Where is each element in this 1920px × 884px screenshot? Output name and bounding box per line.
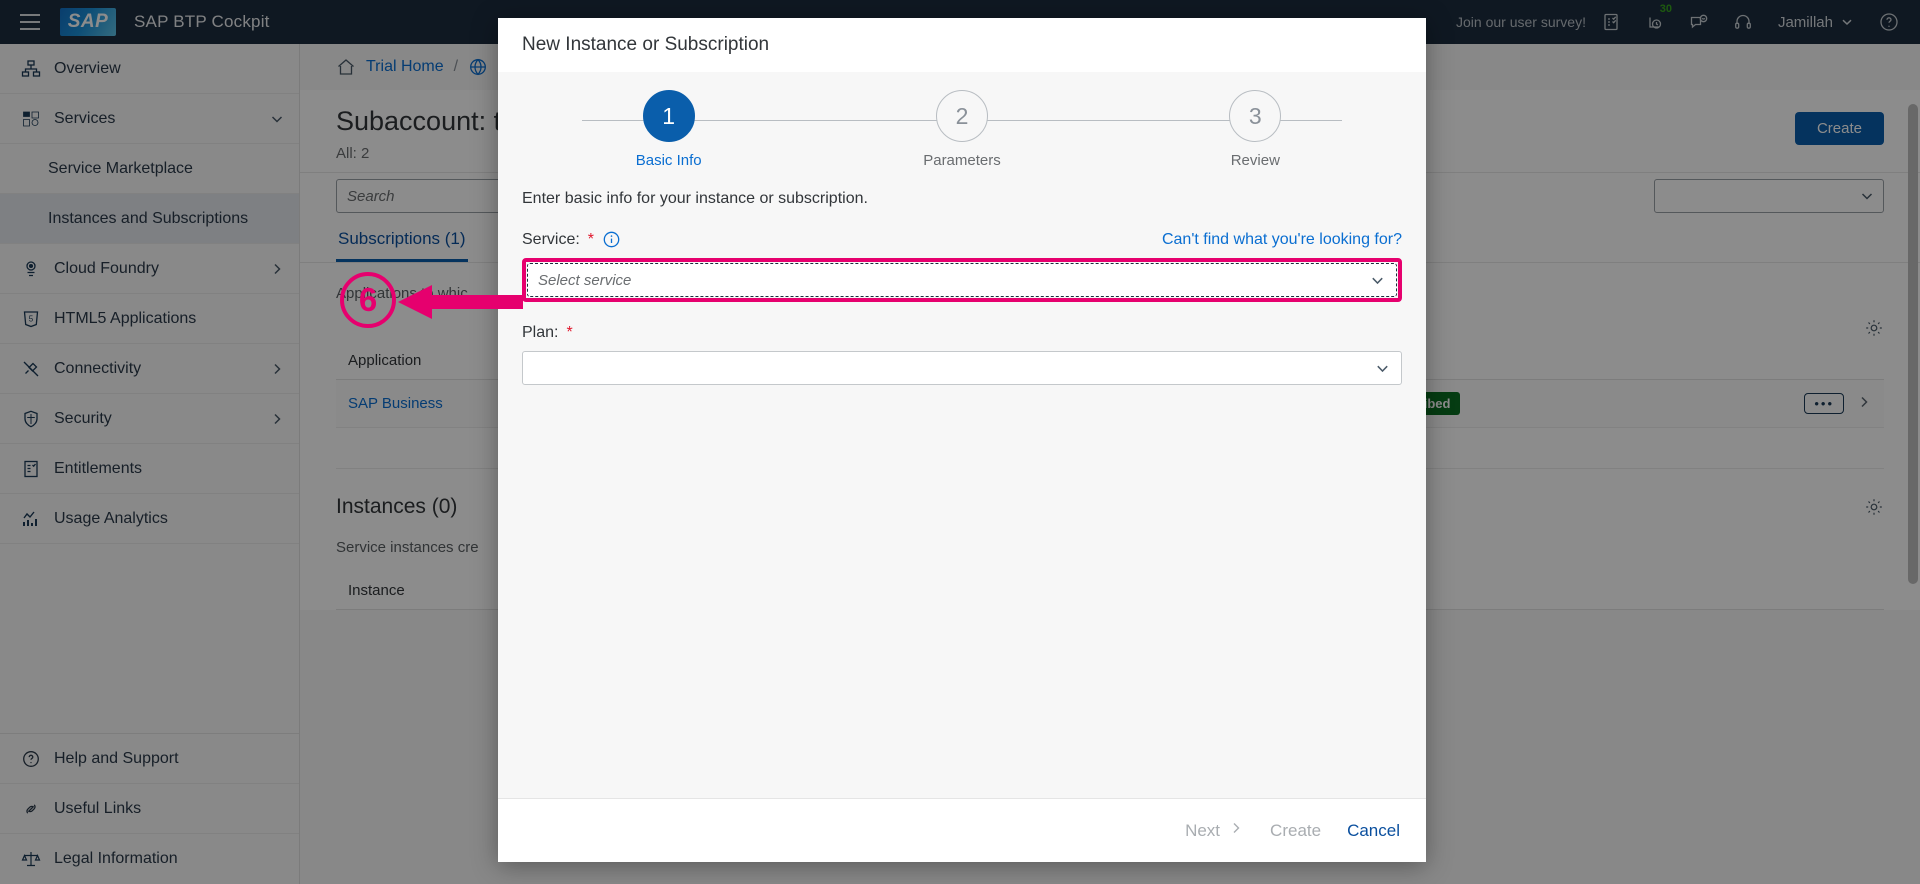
- service-select-highlight: Select service: [522, 258, 1402, 302]
- service-field-label: Service:: [522, 230, 580, 248]
- plan-field-label-row: Plan: *: [522, 324, 1402, 351]
- wizard-step-number: 2: [935, 90, 988, 142]
- create-button[interactable]: Create: [1270, 821, 1321, 841]
- wizard-step-number: 1: [642, 90, 695, 142]
- plan-select[interactable]: [522, 351, 1402, 385]
- info-icon[interactable]: [602, 230, 621, 249]
- wizard-step-number: 3: [1229, 90, 1282, 142]
- dialog-body: 1 Basic Info 2 Parameters 3 Review Enter…: [498, 72, 1426, 798]
- dialog-intro-text: Enter basic info for your instance or su…: [522, 190, 868, 207]
- chevron-down-icon[interactable]: [1374, 360, 1391, 377]
- wizard-step-label: Parameters: [923, 152, 1001, 169]
- service-select[interactable]: Select service: [527, 263, 1397, 297]
- wizard-steps: 1 Basic Info 2 Parameters 3 Review: [522, 72, 1402, 182]
- required-marker: *: [587, 230, 595, 248]
- chevron-down-icon[interactable]: [1369, 272, 1386, 289]
- new-instance-dialog: New Instance or Subscription 1 Basic Inf…: [498, 18, 1426, 862]
- dialog-title: New Instance or Subscription: [498, 18, 1426, 72]
- required-marker: *: [566, 324, 573, 341]
- service-select-placeholder: Select service: [538, 271, 632, 289]
- wizard-step-label: Basic Info: [635, 152, 702, 169]
- next-button-label: Next: [1185, 820, 1221, 840]
- app-root: SAP SAP BTP Cockpit Join our user survey…: [0, 0, 1920, 884]
- cant-find-link[interactable]: Can't find what you're looking for?: [1162, 231, 1402, 249]
- service-field-block: Service: * Can't find what you're lookin…: [522, 230, 1402, 324]
- wizard-step-parameters[interactable]: 2 Parameters: [815, 90, 1108, 169]
- wizard-step-review[interactable]: 3 Review: [1109, 90, 1402, 169]
- wizard-step-basic-info[interactable]: 1 Basic Info: [522, 90, 815, 169]
- next-button[interactable]: Next: [1185, 820, 1244, 841]
- dialog-footer: Next Create Cancel: [498, 798, 1426, 862]
- plan-field-label: Plan:: [522, 324, 559, 341]
- wizard-step-label: Review: [1230, 152, 1280, 169]
- cancel-button[interactable]: Cancel: [1347, 821, 1400, 841]
- service-field-label-row: Service: * Can't find what you're lookin…: [522, 230, 1402, 258]
- plan-field-block: Plan: *: [522, 324, 1402, 407]
- chevron-right-icon: [1228, 820, 1244, 841]
